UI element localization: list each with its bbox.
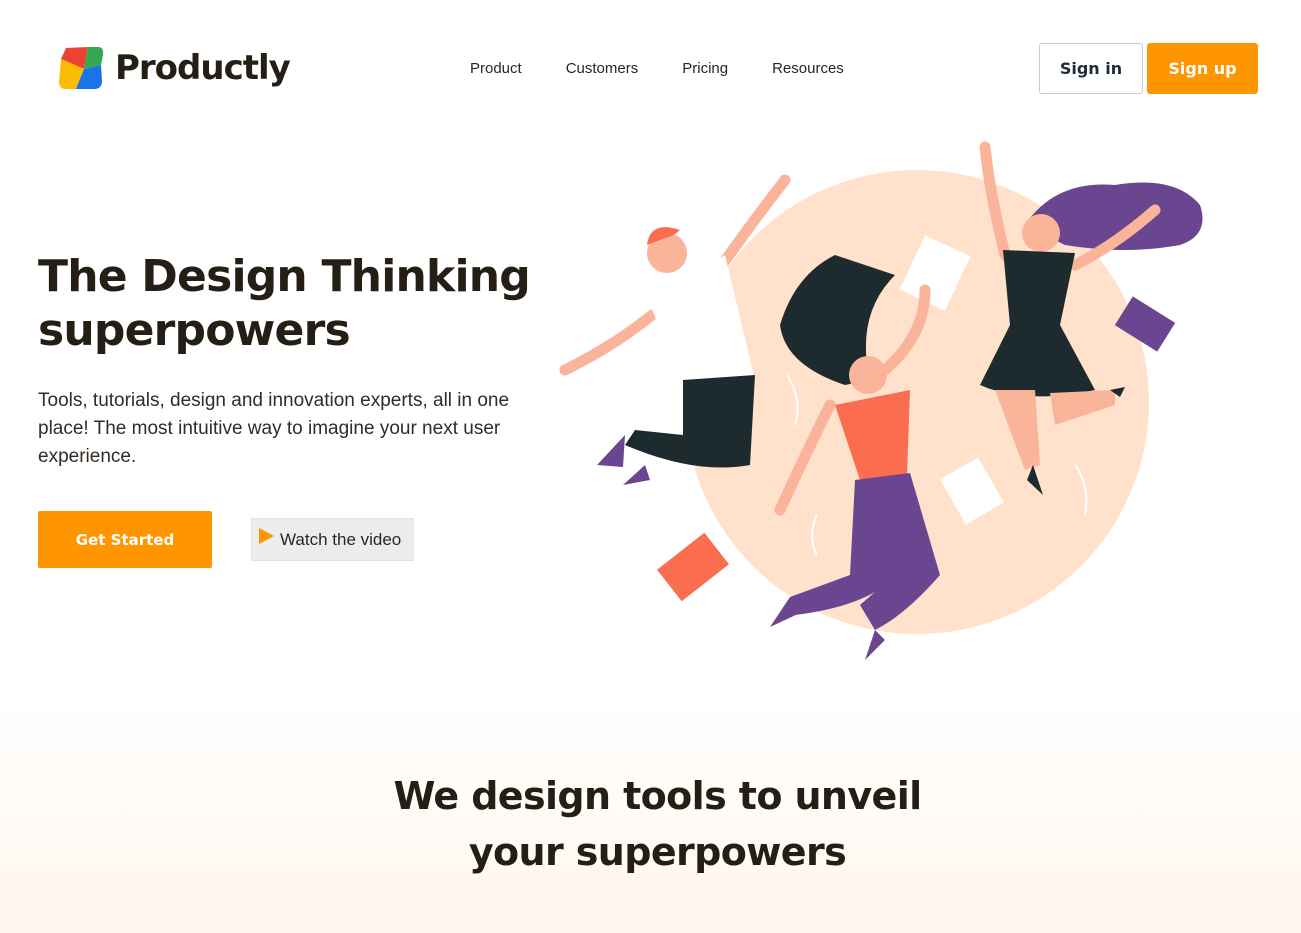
nav-item-product[interactable]: Product [470, 58, 522, 80]
nav-item-pricing[interactable]: Pricing [682, 58, 728, 80]
brand-name: Productly [115, 48, 291, 88]
sign-in-button[interactable]: Sign in [1039, 43, 1143, 94]
brand-logo-link[interactable]: Productly [58, 45, 291, 91]
hero-illustration [559, 141, 1203, 660]
nav-item-customers[interactable]: Customers [566, 58, 639, 80]
hero-description: Tools, tutorials, design and innovation … [38, 390, 510, 467]
brand-logo-icon [59, 47, 104, 89]
site-header: Productly Product Customers Pricing Reso… [0, 0, 1301, 135]
hero-title: The Design Thinking superpowers [38, 251, 531, 356]
nav-item-resources[interactable]: Resources [772, 58, 844, 80]
main-nav: Product Customers Pricing Resources [470, 58, 888, 80]
features-section-title: We design tools to unveil your superpowe… [0, 768, 1301, 880]
play-icon [259, 527, 274, 544]
get-started-button[interactable]: Get Started [38, 511, 212, 568]
features-title-line-2: your superpowers [468, 830, 847, 874]
watch-video-button[interactable]: Watch the video [251, 518, 414, 561]
watch-video-label: Watch the video [280, 529, 402, 549]
sign-up-button[interactable]: Sign up [1147, 43, 1258, 94]
features-title-line-1: We design tools to unveil [393, 774, 922, 818]
